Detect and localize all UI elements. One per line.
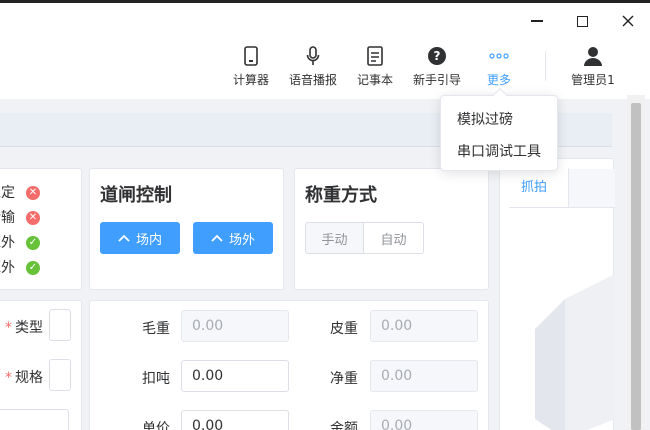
menu-item-serial-debug-tool[interactable]: 串口调试工具	[457, 141, 541, 161]
chevron-up-icon	[211, 234, 223, 242]
amount-label: 金额	[330, 421, 358, 430]
manual-mode-option[interactable]: 手动	[305, 222, 364, 254]
scrollbar-thumb[interactable]	[631, 103, 641, 430]
status-row: 红外 ✓	[0, 258, 40, 278]
gross-weight-label: 毛重	[142, 321, 170, 337]
vehicle-spec-label: * 规格	[5, 370, 43, 386]
status-label: 红外	[0, 260, 15, 276]
tab-capture[interactable]: 抓拍	[509, 168, 569, 207]
weigh-mode-title: 称重方式	[305, 185, 377, 206]
toolbar-divider	[545, 51, 546, 81]
gate-control-card: 道闸控制 场内 场外	[89, 168, 284, 290]
header-bar: 计算器 语音播报 记事本 ? 新手引导 更多 管理员1	[0, 3, 650, 99]
vehicle-type-label: * 类型	[5, 320, 43, 336]
calculator-icon	[244, 46, 258, 66]
user-avatar-icon	[584, 47, 602, 66]
notepad-button[interactable]: 记事本	[355, 45, 395, 88]
beginner-guide-button[interactable]: ? 新手引导	[411, 45, 463, 88]
notepad-label: 记事本	[356, 73, 393, 87]
status-label: 稳定	[0, 185, 15, 201]
maximize-button[interactable]	[570, 9, 594, 33]
gate-control-title: 道闸控制	[100, 185, 172, 206]
gate-in-button[interactable]: 场内	[100, 222, 180, 254]
gate-out-label: 场外	[228, 232, 255, 248]
calculator-label: 计算器	[232, 73, 269, 87]
more-dropdown-menu: 模拟过磅 串口调试工具	[440, 87, 558, 171]
voice-broadcast-label: 语音播报	[288, 73, 337, 87]
status-row: 传输 ✕	[0, 208, 40, 228]
status-label: 红外	[0, 235, 15, 251]
unit-price-field[interactable]: 0.00	[181, 410, 289, 430]
minimize-button[interactable]	[525, 9, 549, 33]
microphone-icon	[306, 46, 320, 65]
more-label: 更多	[486, 73, 511, 87]
user-name: 管理员1	[571, 73, 615, 87]
menu-item-simulate-weighing[interactable]: 模拟过磅	[457, 109, 513, 129]
weights-card: 毛重 0.00 皮重 0.00 扣吨 0.00 净重 0.00 单价 0.00 …	[89, 300, 489, 430]
tare-weight-label: 皮重	[330, 321, 358, 337]
error-status-icon: ✕	[26, 211, 40, 225]
voice-broadcast-button[interactable]: 语音播报	[288, 45, 338, 88]
auto-mode-option[interactable]: 自动	[363, 222, 424, 254]
maximize-icon	[576, 15, 588, 27]
image-placeholder-icon	[535, 274, 615, 430]
ok-status-icon: ✓	[26, 261, 40, 275]
vehicle-type-select[interactable]	[49, 309, 71, 341]
required-mark: *	[5, 320, 12, 336]
status-label: 传输	[0, 210, 15, 226]
weigh-mode-card: 称重方式 手动 自动	[294, 168, 489, 290]
vehicle-spec-select[interactable]	[49, 359, 71, 391]
required-mark: *	[5, 370, 12, 386]
status-row: 红外 ✓	[0, 233, 40, 253]
vehicle-extra-field[interactable]	[0, 409, 69, 430]
gross-weight-field[interactable]: 0.00	[181, 310, 289, 342]
deduct-field[interactable]: 0.00	[181, 360, 289, 392]
close-button[interactable]	[616, 9, 640, 33]
net-weight-field[interactable]: 0.00	[370, 360, 478, 392]
ok-status-icon: ✓	[26, 236, 40, 250]
tare-weight-field[interactable]: 0.00	[370, 310, 478, 342]
gate-in-label: 场内	[135, 232, 162, 248]
help-icon: ?	[428, 47, 446, 65]
beginner-guide-label: 新手引导	[412, 73, 461, 87]
more-button[interactable]: 更多	[484, 45, 514, 88]
vertical-scrollbar[interactable]	[627, 95, 645, 430]
chevron-up-icon	[118, 234, 130, 242]
more-dots-icon	[489, 53, 509, 59]
device-status-card: 稳定 ✕ 传输 ✕ 红外 ✓ 红外 ✓	[0, 168, 82, 290]
calculator-button[interactable]: 计算器	[231, 45, 271, 88]
amount-field[interactable]: 0.00	[370, 410, 478, 430]
deduct-label: 扣吨	[142, 371, 170, 387]
notepad-icon	[367, 46, 383, 66]
user-menu[interactable]: 管理员1	[569, 45, 617, 88]
gate-out-button[interactable]: 场外	[193, 222, 273, 254]
minimize-icon	[531, 20, 543, 22]
net-weight-label: 净重	[330, 371, 358, 387]
unit-price-label: 单价	[142, 421, 170, 430]
vehicle-info-card: * 类型 * 规格	[0, 300, 82, 430]
close-icon	[622, 15, 634, 27]
error-status-icon: ✕	[26, 186, 40, 200]
status-row: 稳定 ✕	[0, 183, 40, 203]
